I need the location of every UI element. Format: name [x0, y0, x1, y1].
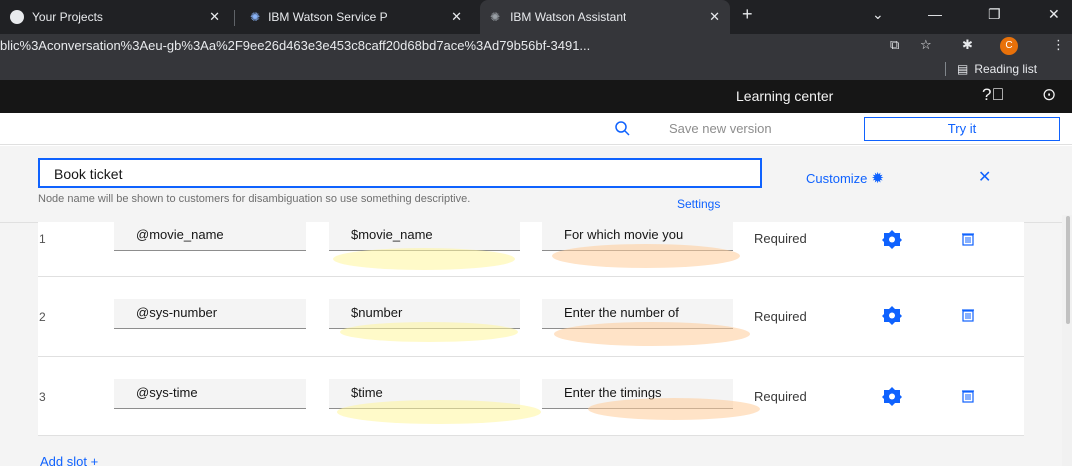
try-it-button[interactable]: Try it	[864, 117, 1060, 141]
close-tab-icon[interactable]: ✕	[451, 9, 462, 25]
slot-number: 2	[39, 310, 46, 324]
reading-list-label: Reading list	[974, 62, 1038, 76]
save-as-input[interactable]: $movie_name	[329, 221, 520, 251]
delete-slot-trash-icon[interactable]	[961, 308, 975, 322]
check-for-input[interactable]: @sys-time	[114, 379, 306, 409]
tab-title: IBM Watson Service P	[268, 10, 388, 24]
slot-settings-gear-icon[interactable]	[881, 305, 903, 325]
extensions-icon[interactable]: ✱	[962, 37, 973, 53]
required-status[interactable]: Required	[754, 309, 807, 324]
highlighter-mark	[588, 398, 760, 420]
close-window-icon[interactable]: ✕	[1048, 6, 1060, 23]
tab-search-icon[interactable]: ⌄	[872, 6, 884, 23]
reading-list-button[interactable]: ▤ Reading list	[957, 62, 1037, 76]
slot-settings-gear-icon[interactable]	[881, 386, 903, 406]
row-divider	[38, 276, 1024, 277]
delete-slot-trash-icon[interactable]	[961, 389, 975, 403]
address-bar[interactable]: blic%3Aconversation%3Aeu-gb%3Aa%2F9ee26d…	[0, 34, 1072, 58]
bookmarks-separator	[945, 62, 946, 76]
tab-separator	[234, 10, 235, 26]
close-icon[interactable]: ✕	[978, 167, 991, 187]
highlighter-mark	[340, 322, 518, 342]
minimize-icon[interactable]: —	[928, 6, 942, 22]
highlighter-mark	[337, 400, 541, 424]
app-header: Learning center ?⃝ ⊙	[0, 80, 1072, 113]
tab-watson-assistant[interactable]: ✺ IBM Watson Assistant ✕	[480, 0, 730, 34]
slot-number: 1	[39, 232, 46, 246]
user-profile-icon[interactable]: ⊙	[1042, 85, 1056, 105]
reading-list-icon: ▤	[957, 62, 969, 76]
gear-icon: ✹	[871, 170, 884, 187]
tab-title: IBM Watson Assistant	[510, 10, 627, 24]
highlighter-mark	[554, 322, 750, 346]
highlighter-mark	[552, 244, 740, 268]
scrollbar-thumb[interactable]	[1066, 216, 1070, 324]
learning-center-link[interactable]: Learning center	[736, 88, 833, 104]
slot-number: 3	[39, 390, 46, 404]
check-for-input[interactable]: @sys-number	[114, 299, 306, 329]
customize-label: Customize	[806, 170, 868, 186]
search-icon[interactable]	[613, 119, 633, 139]
help-icon[interactable]: ?⃝	[982, 85, 1004, 105]
highlighter-mark	[333, 248, 515, 270]
profile-avatar[interactable]: C	[1000, 37, 1018, 55]
share-icon[interactable]: ⧉	[890, 37, 899, 53]
row-divider	[38, 435, 1024, 436]
add-slot-button[interactable]: Add slot +	[40, 454, 98, 469]
url-text[interactable]: blic%3Aconversation%3Aeu-gb%3Aa%2F9ee26d…	[0, 38, 590, 53]
watson-icon: ✺	[250, 10, 261, 24]
tab-title: Your Projects	[32, 10, 103, 24]
save-new-version-button[interactable]: Save new version	[669, 121, 772, 136]
settings-link[interactable]: Settings	[677, 197, 720, 211]
node-name-helper-text: Node name will be shown to customers for…	[38, 193, 471, 205]
new-tab-button[interactable]: +	[742, 4, 753, 25]
watson-assistant-icon: ✺	[490, 10, 501, 24]
close-tab-icon[interactable]: ✕	[209, 9, 220, 25]
delete-slot-trash-icon[interactable]	[961, 232, 975, 246]
slot-settings-gear-icon[interactable]	[881, 229, 903, 249]
tab-watson-service[interactable]: ✺ IBM Watson Service P ✕	[240, 0, 472, 34]
row-divider	[38, 356, 1024, 357]
bookmarks-bar: ▤ Reading list	[0, 58, 1072, 80]
github-icon	[10, 10, 24, 24]
check-for-input[interactable]: @movie_name	[114, 221, 306, 251]
required-status[interactable]: Required	[754, 389, 807, 404]
tab-your-projects[interactable]: Your Projects ✕	[0, 0, 230, 34]
restore-icon[interactable]: ❐	[988, 6, 1001, 23]
required-status[interactable]: Required	[754, 231, 807, 246]
close-tab-icon[interactable]: ✕	[709, 9, 720, 25]
node-name-input[interactable]: Book ticket	[38, 158, 762, 188]
browser-tab-bar: Your Projects ✕ ✺ IBM Watson Service P ✕…	[0, 0, 1072, 34]
dialog-toolbar: Save new version Try it	[0, 113, 1072, 145]
bookmark-star-icon[interactable]: ☆	[920, 37, 932, 53]
menu-icon[interactable]: ⋮	[1052, 37, 1065, 53]
customize-button[interactable]: Customize ✹	[806, 169, 884, 187]
